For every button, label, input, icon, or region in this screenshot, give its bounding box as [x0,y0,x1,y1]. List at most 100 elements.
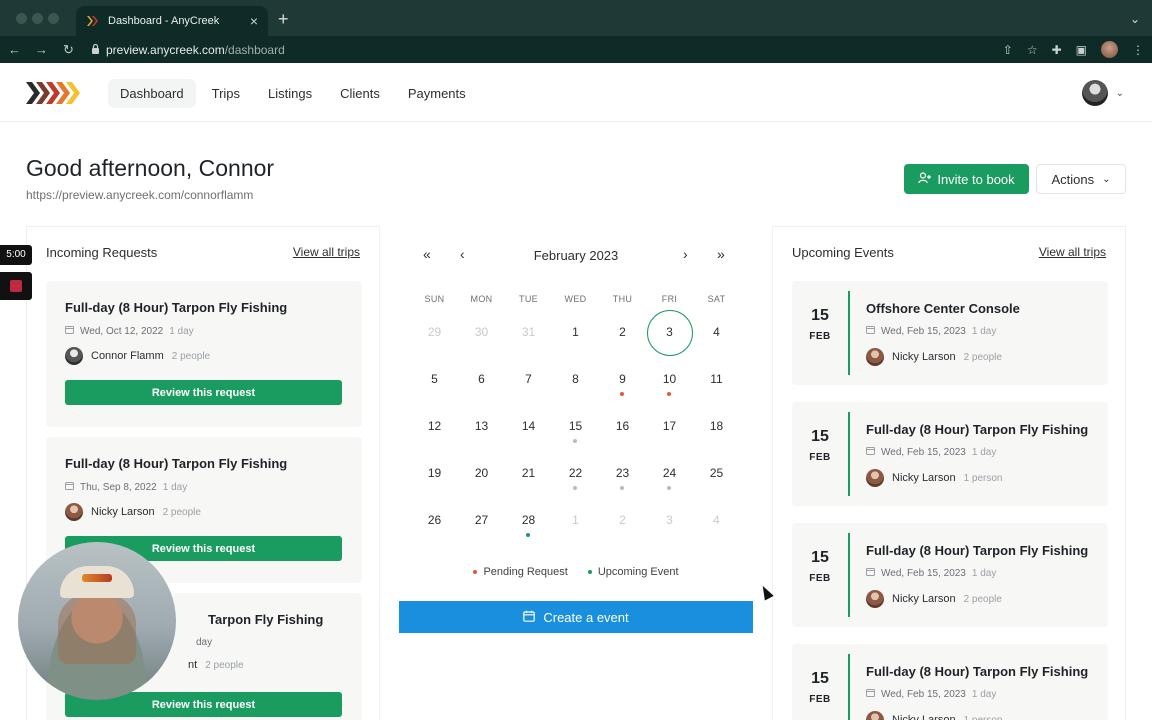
calendar-day[interactable]: 10 [646,359,693,399]
calendar-day[interactable]: 2 [599,312,646,352]
calendar-day[interactable]: 19 [411,453,458,493]
url-field[interactable]: preview.anycreek.com/dashboard [91,43,285,57]
calendar-day[interactable]: 12 [411,406,458,446]
calendar-day[interactable]: 16 [599,406,646,446]
day-number: 31 [521,325,536,339]
calendar-panel: « ‹ February 2023 › » Pending Request Up… [399,226,753,634]
event-day: 15 [811,670,829,687]
day-number: 25 [709,466,724,480]
calendar-day[interactable]: 2 [599,500,646,540]
stop-recording-icon[interactable] [0,272,32,300]
calendar-day[interactable]: 3 [646,500,693,540]
calendar-icon [65,481,74,493]
next-month-button[interactable]: › [683,246,688,262]
create-event-button[interactable]: Create a event [399,601,753,633]
request-person: Connor Flamm 2 people [65,347,210,365]
calendar-day[interactable]: 27 [458,500,505,540]
calendar-day[interactable]: 4 [693,500,740,540]
calendar-day[interactable]: 24 [646,453,693,493]
event-card[interactable]: 15 FEB Full-day (8 Hour) Tarpon Fly Fishin… [792,644,1108,720]
person-count: 2 people [162,506,201,518]
browser-menu-icon[interactable]: ⋮ [1132,43,1144,57]
day-number: 6 [478,372,485,386]
nav-dashboard[interactable]: Dashboard [108,79,196,108]
calendar-day[interactable]: 18 [693,406,740,446]
new-tab-icon[interactable]: + [278,10,289,28]
tab-search-chevron-icon[interactable]: ⌄ [1130,12,1140,26]
pending-dot-icon [667,392,671,396]
nav-listings[interactable]: Listings [256,79,324,108]
calendar-day[interactable]: 23 [599,453,646,493]
browser-tab-title: Dashboard - AnyCreek [108,15,220,27]
page-title: Good afternoon, Connor [26,155,275,181]
upcoming-dot-icon [667,486,671,490]
forward-icon[interactable]: → [29,42,54,57]
event-day: 15 [811,307,829,324]
nav-payments[interactable]: Payments [396,79,478,108]
view-all-trips-link[interactable]: View all trips [1039,245,1106,259]
share-icon[interactable]: ⇧ [1003,43,1013,57]
browser-profile-avatar[interactable] [1101,41,1118,58]
calendar-icon [523,610,536,625]
review-request-button[interactable]: Review this request [65,380,342,405]
actions-dropdown[interactable]: Actions ⌄ [1036,164,1126,194]
event-month: FEB [809,573,831,584]
calendar-day[interactable]: 25 [693,453,740,493]
avatar [1081,80,1108,106]
calendar-day[interactable]: 8 [552,359,599,399]
invite-to-book-button[interactable]: Invite to book [904,164,1029,194]
calendar-day[interactable]: 28 [505,500,552,540]
minimize-window-icon[interactable] [32,13,43,24]
calendar-day[interactable]: 15 [552,406,599,446]
person-name: Nicky Larson [892,593,956,605]
reload-icon[interactable]: ↻ [56,42,81,58]
close-tab-icon[interactable]: × [250,14,258,28]
view-all-trips-link[interactable]: View all trips [293,245,360,259]
day-number: 26 [427,513,442,527]
next-year-button[interactable]: » [717,246,725,262]
event-card[interactable]: 15 FEB Offshore Center Console Wed, Feb 15,… [792,281,1108,385]
upcoming-events-panel: Upcoming Events View all trips 15 FEB Offs… [772,226,1126,720]
close-window-icon[interactable] [16,13,27,24]
event-card[interactable]: 15 FEB Full-day (8 Hour) Tarpon Fly Fishin… [792,523,1108,627]
request-person: Nicky Larson 2 people [65,503,201,521]
bookmark-star-icon[interactable]: ☆ [1027,43,1038,57]
calendar-day[interactable]: 1 [552,312,599,352]
nav-trips[interactable]: Trips [200,79,252,108]
calendar-day[interactable]: 7 [505,359,552,399]
back-icon[interactable]: ← [2,42,27,57]
calendar-day[interactable]: 20 [458,453,505,493]
nav-clients[interactable]: Clients [328,79,392,108]
anycreek-logo[interactable] [26,80,82,111]
sidebar-icon[interactable]: ▣ [1076,43,1087,57]
calendar-day[interactable]: 6 [458,359,505,399]
chevron-down-icon: ⌄ [1115,87,1124,99]
calendar-day[interactable]: 9 [599,359,646,399]
calendar-icon [866,567,875,579]
profile-url[interactable]: https://preview.anycreek.com/connorflamm [26,188,253,202]
calendar-day[interactable]: 31 [505,312,552,352]
user-menu[interactable]: ⌄ [1081,80,1124,106]
add-user-icon [918,171,932,187]
event-date-badge: 15 FEB [792,307,848,342]
calendar-day[interactable]: 22 [552,453,599,493]
calendar-day[interactable]: 13 [458,406,505,446]
calendar-day-today[interactable]: 3 [646,310,693,356]
calendar-day[interactable]: 5 [411,359,458,399]
calendar-day[interactable]: 30 [458,312,505,352]
calendar-day[interactable]: 29 [411,312,458,352]
event-card[interactable]: 15 FEB Full-day (8 Hour) Tarpon Fly Fishin… [792,402,1108,506]
calendar-day[interactable]: 14 [505,406,552,446]
maximize-window-icon[interactable] [48,13,59,24]
calendar-day[interactable]: 4 [693,312,740,352]
calendar-day[interactable]: 26 [411,500,458,540]
calendar-day[interactable]: 17 [646,406,693,446]
extensions-puzzle-icon[interactable]: ✚ [1052,43,1062,57]
calendar-day[interactable]: 1 [552,500,599,540]
calendar-day[interactable]: 11 [693,359,740,399]
webcam-bubble[interactable] [18,542,176,700]
calendar-month: February 2023 [533,248,619,263]
calendar-day[interactable]: 21 [505,453,552,493]
browser-tab-dashboard[interactable]: Dashboard - AnyCreek × [76,6,268,36]
event-duration: 1 day [971,325,997,337]
